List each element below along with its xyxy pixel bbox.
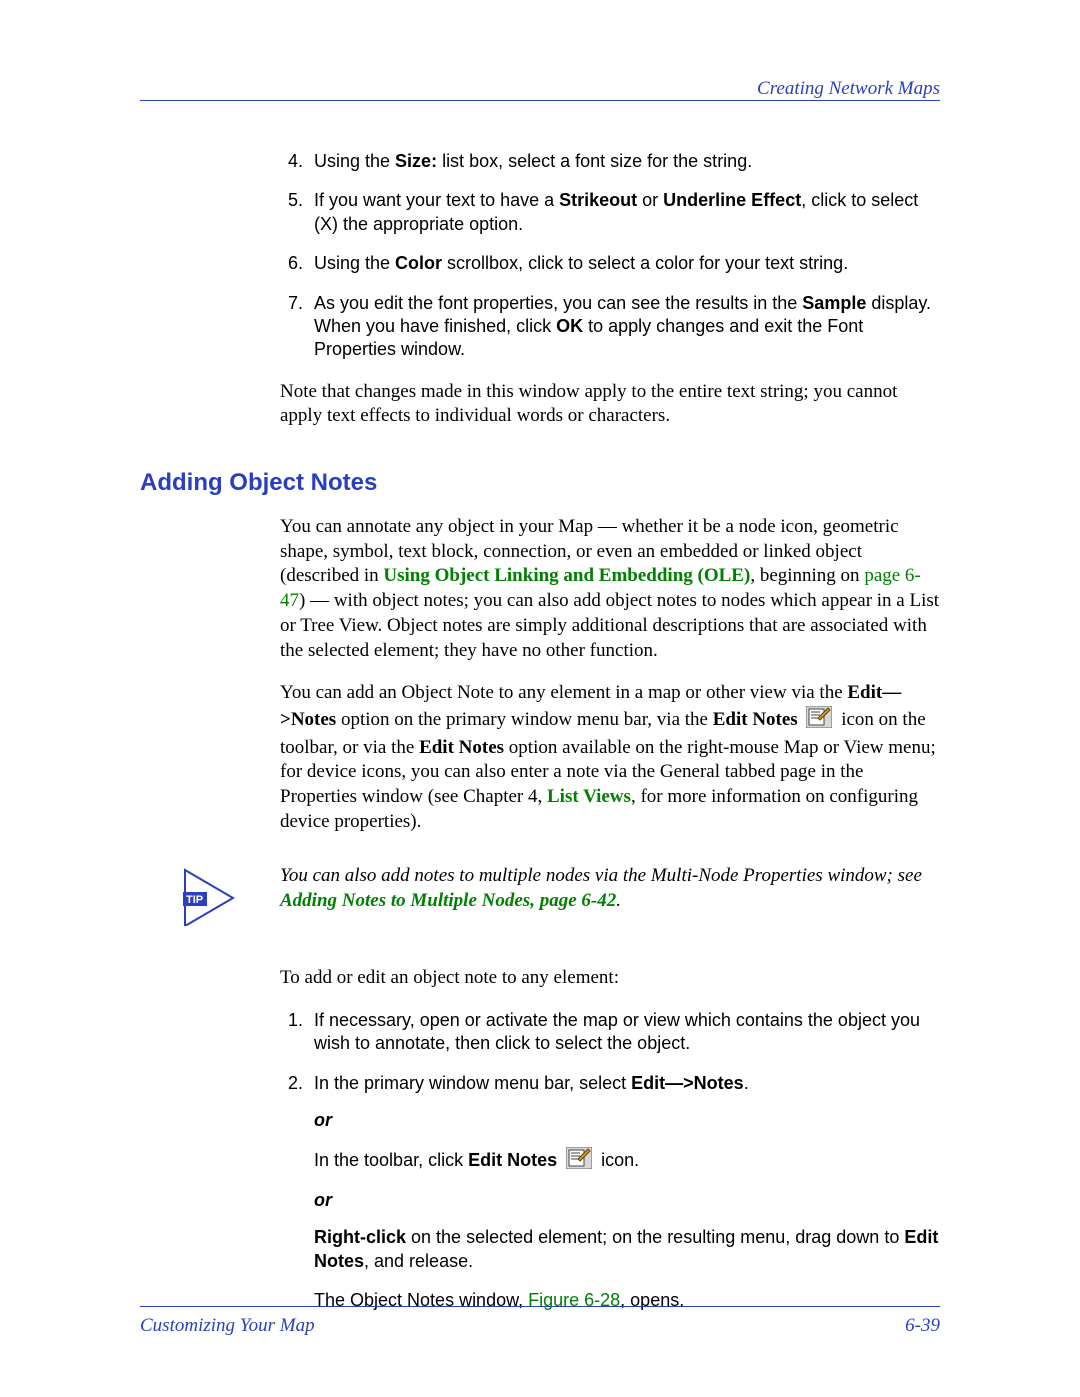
edit-notes-icon (566, 1147, 592, 1175)
or-1: or (314, 1109, 940, 1132)
alt-toolbar: In the toolbar, click Edit Notes icon. (314, 1150, 639, 1170)
tip-block: TIP You can also add notes to multiple n… (140, 864, 940, 926)
section-heading: Adding Object Notes (140, 469, 940, 497)
add-note-steps: If necessary, open or activate the map o… (280, 1009, 940, 1313)
chapter-title: Creating Network Maps (757, 78, 940, 100)
step-6: Using the Color scrollbox, click to sele… (308, 252, 940, 275)
multi-node-link[interactable]: Adding Notes to Multiple Nodes (280, 890, 530, 911)
ole-link[interactable]: Using Object Linking and Embedding (OLE) (383, 565, 750, 586)
tip-icon-wrap: TIP (140, 864, 280, 926)
note-paragraph: Note that changes made in this window ap… (280, 380, 940, 429)
add-step-1: If necessary, open or activate the map o… (308, 1009, 940, 1056)
add-step-2: In the primary window menu bar, select E… (308, 1072, 940, 1313)
header-rule (140, 100, 940, 101)
para-to-add: To add or edit an object note to any ele… (280, 966, 940, 991)
annotate-paragraph-2: You can add an Object Note to any elemen… (280, 681, 940, 834)
tip-text: You can also add notes to multiple nodes… (280, 864, 940, 913)
content: Using the Size: list box, select a font … (140, 150, 940, 1329)
font-properties-steps: Using the Size: list box, select a font … (280, 150, 940, 362)
footer: Customizing Your Map 6-39 (140, 1306, 940, 1337)
footer-left: Customizing Your Map (140, 1315, 315, 1337)
page-ref-6-42[interactable]: page 6-42 (540, 890, 617, 911)
tip-icon: TIP (183, 868, 237, 926)
annotate-paragraph-1: You can annotate any object in your Map … (280, 515, 940, 663)
step-4: Using the Size: list box, select a font … (308, 150, 940, 173)
list-views-link[interactable]: List Views (547, 786, 631, 807)
tip-label: TIP (186, 894, 203, 906)
or-2: or (314, 1189, 940, 1212)
step-5: If you want your text to have a Strikeou… (308, 189, 940, 236)
page: Creating Network Maps Using the Size: li… (0, 0, 1080, 1397)
footer-page-number: 6-39 (905, 1315, 940, 1337)
step-7: As you edit the font properties, you can… (308, 292, 940, 362)
edit-notes-icon (806, 706, 832, 736)
alt-rightclick: Right-click on the selected element; on … (314, 1227, 938, 1270)
